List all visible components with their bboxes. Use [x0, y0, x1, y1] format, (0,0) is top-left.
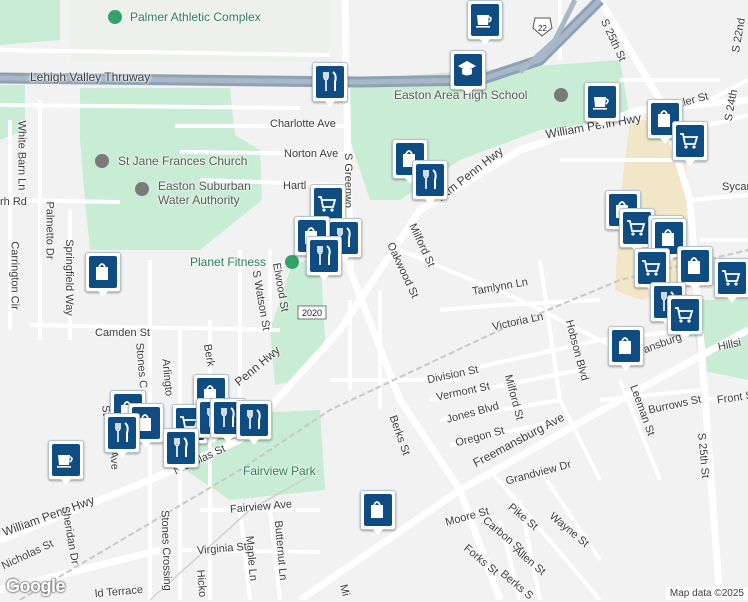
water-authority-label-1[interactable]: Easton Suburban — [158, 179, 251, 194]
shopping-marker[interactable] — [360, 490, 396, 535]
fork-knife-icon — [317, 245, 331, 265]
palmer-athletic-label[interactable]: Palmer Athletic Complex — [130, 10, 261, 25]
school-marker[interactable] — [450, 50, 486, 95]
planet-fitness-label[interactable]: Planet Fitness — [190, 255, 266, 270]
restaurant-marker[interactable] — [236, 400, 272, 445]
grocery-marker[interactable] — [667, 295, 703, 340]
route-badge-us22-text: 22 — [538, 24, 547, 33]
fork-knife-icon — [323, 71, 337, 91]
street-label: Carrington Cir — [8, 241, 21, 310]
restaurant-marker[interactable] — [163, 428, 199, 473]
google-logo[interactable]: Google — [6, 576, 66, 597]
shopping-cart-icon — [627, 220, 646, 236]
fork-knife-icon — [115, 422, 129, 442]
planet-fitness-poi-icon[interactable] — [285, 255, 299, 269]
coffee-cup-icon — [476, 15, 492, 28]
shopping-marker[interactable] — [608, 326, 644, 371]
shopping-marker[interactable] — [677, 246, 713, 291]
street-label: Camden St — [95, 327, 151, 339]
shopping-cart-icon — [318, 196, 337, 212]
street-label: Lehigh Valley Thruway — [30, 70, 151, 84]
grocery-marker[interactable] — [672, 121, 708, 166]
church-poi-icon[interactable] — [95, 154, 109, 168]
shopping-bag-icon — [96, 263, 108, 280]
shopping-cart-icon — [675, 307, 694, 323]
map-attribution[interactable]: Map data ©2025 — [665, 587, 748, 600]
restaurant-marker[interactable] — [104, 413, 140, 458]
shopping-cart-icon — [722, 270, 741, 286]
shopping-cart-icon — [642, 260, 661, 276]
street-label: Hartl — [283, 180, 307, 192]
route-badge-pa2020-text: 2020 — [302, 308, 322, 318]
street-label: Charlotte Ave — [270, 118, 336, 130]
restaurant-marker[interactable] — [306, 236, 342, 281]
water-authority-poi-icon[interactable] — [135, 182, 149, 196]
high-school-label[interactable]: Easton Area High School — [394, 88, 527, 103]
cafe-marker[interactable] — [48, 440, 84, 485]
street-label: Mi — [336, 583, 352, 598]
fork-knife-icon — [174, 437, 188, 457]
street-label: Palmetto Dr — [43, 201, 56, 260]
restaurant-marker[interactable] — [412, 160, 448, 205]
shopping-cart-icon — [680, 133, 699, 149]
shopping-bag-icon — [688, 257, 700, 274]
palmer-athletic-poi-icon[interactable] — [108, 10, 122, 24]
shopping-bag-icon — [619, 337, 631, 354]
shopping-marker[interactable] — [85, 252, 121, 297]
graduation-cap-icon — [458, 61, 476, 76]
fork-knife-icon — [247, 409, 261, 429]
fairview-park-label[interactable]: Fairview Park — [243, 464, 316, 479]
cafe-marker[interactable] — [584, 82, 620, 127]
high-school-poi-icon[interactable] — [554, 88, 568, 102]
shopping-bag-icon — [371, 501, 383, 518]
street-label: Norton Ave — [284, 148, 339, 160]
street-label: Sycam — [722, 181, 748, 193]
water-authority-label-2[interactable]: Water Authority — [158, 193, 240, 208]
grocery-marker[interactable] — [714, 258, 748, 303]
street-label: White Barn Ln — [15, 120, 28, 191]
street-label: Hicko — [194, 569, 209, 598]
fork-knife-icon — [423, 169, 437, 189]
st-jane-label[interactable]: St Jane Frances Church — [118, 154, 247, 169]
restaurant-marker[interactable] — [312, 62, 348, 107]
street-label: rh Rd — [0, 196, 27, 208]
coffee-cup-icon — [57, 455, 73, 468]
coffee-cup-icon — [593, 97, 609, 110]
street-label: Stones Crossing — [158, 509, 174, 592]
green-area-nw — [0, 0, 60, 45]
route-badge-pa2020: 2020 — [297, 305, 327, 320]
street-label: Springfield Way — [62, 239, 75, 316]
street-label: Arlingto — [159, 358, 175, 397]
cafe-marker[interactable] — [467, 0, 503, 45]
